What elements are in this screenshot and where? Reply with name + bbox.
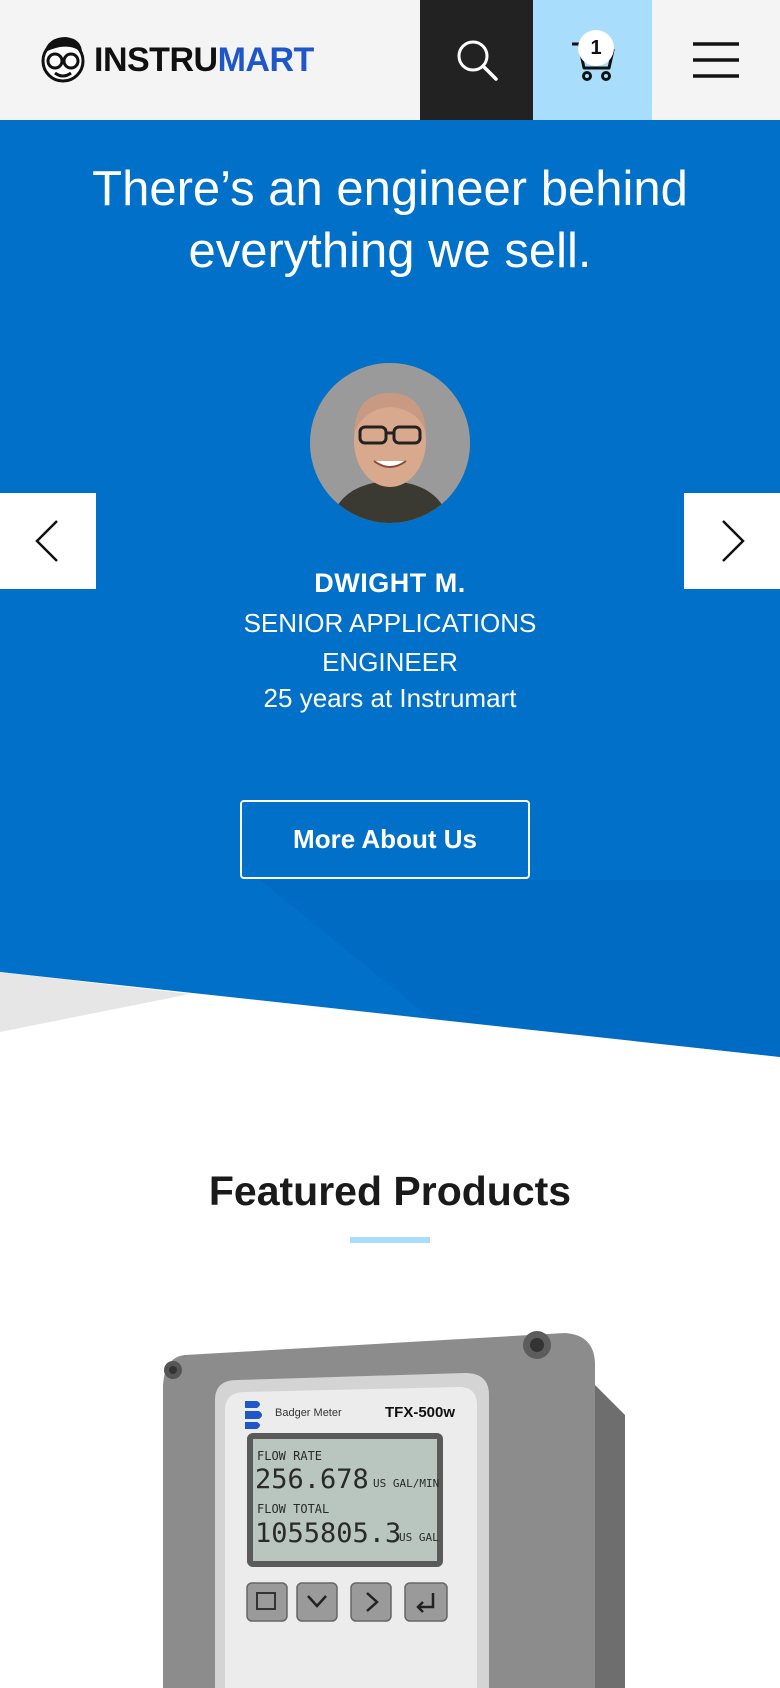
menu-button[interactable]	[652, 0, 780, 120]
mascot-logo-icon	[41, 37, 85, 83]
hero-title: There’s an engineer behind everything we…	[92, 162, 688, 278]
heading-underline	[350, 1237, 430, 1243]
keypad-menu-key-icon	[246, 1582, 288, 1622]
cart-count-badge: 1	[578, 30, 614, 66]
keypad-enter-key-icon	[404, 1582, 448, 1622]
site-header: INSTRUMART 1	[0, 0, 780, 120]
more-about-us-button[interactable]: More About Us	[240, 800, 530, 879]
lcd-flow-total-value: 1055805.3	[255, 1518, 401, 1549]
product-model: TFX-500w	[385, 1404, 455, 1421]
badger-meter-logo-icon	[245, 1401, 262, 1429]
chevron-right-icon	[722, 520, 745, 562]
engineer-avatar	[310, 363, 470, 523]
lcd-flow-rate-value: 256.678	[255, 1464, 369, 1495]
lcd-flow-total-unit: US GAL	[399, 1531, 439, 1544]
keypad-down-key-icon	[296, 1582, 338, 1622]
logo-wordmark-part1: INSTRU	[94, 40, 218, 79]
instrumart-logo[interactable]: INSTRUMART	[38, 30, 314, 90]
engineer-hero-section: There’s an engineer behind everything we…	[0, 120, 780, 1060]
search-button[interactable]	[420, 0, 533, 120]
engineer-tenure: 25 years at Instrumart	[263, 683, 517, 713]
search-icon	[457, 40, 498, 81]
flow-meter-product-image: Badger Meter TFX-500w FLOW RATE 256.678 …	[163, 1331, 625, 1688]
engineer-name: DWIGHT M.	[314, 568, 466, 598]
product-brand: Badger Meter	[275, 1407, 342, 1419]
lcd-flow-rate-unit: US GAL/MIN	[373, 1477, 439, 1490]
hamburger-menu-icon	[693, 42, 739, 78]
featured-product-card[interactable]: Badger Meter TFX-500w FLOW RATE 256.678 …	[155, 1315, 625, 1688]
logo-wordmark: INSTRUMART	[94, 41, 314, 80]
lcd-flow-rate-label: FLOW RATE	[257, 1449, 322, 1463]
lcd-flow-total-label: FLOW TOTAL	[257, 1502, 329, 1516]
keypad-right-key-icon	[350, 1582, 392, 1622]
engineer-portrait	[310, 363, 470, 523]
engineer-role: SENIOR APPLICATIONS ENGINEER	[243, 608, 537, 677]
logo-wordmark-part2: MART	[217, 40, 315, 79]
chevron-left-icon	[35, 520, 58, 562]
featured-products-heading: Featured Products	[208, 1168, 572, 1214]
